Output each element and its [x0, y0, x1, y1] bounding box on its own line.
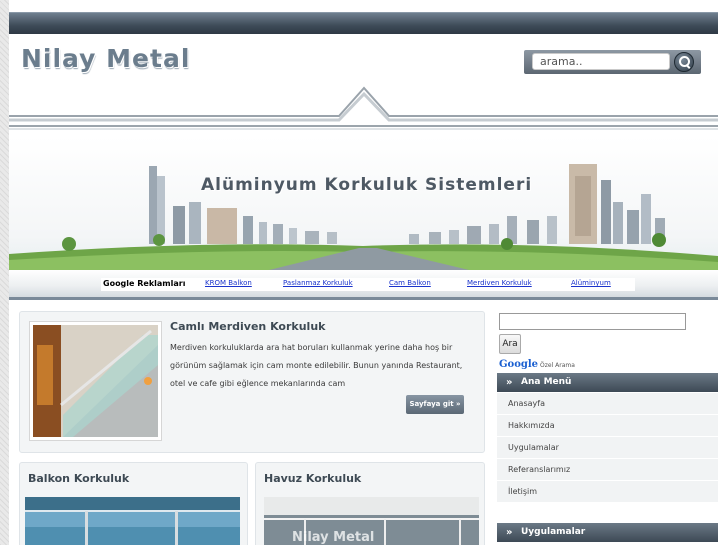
ad-link-paslanmaz-korkuluk[interactable]: Paslanmaz Korkuluk [283, 279, 353, 287]
menu-item-referanslarimiz[interactable]: Referanslarımız [497, 459, 718, 481]
havuz-image[interactable]: Nilay Metal [264, 497, 479, 545]
ad-bar: Google Reklamları KROM Balkon Paslanmaz … [9, 270, 718, 300]
search-box [524, 50, 701, 74]
featured-thumbnail[interactable] [29, 321, 162, 441]
ad-link-cam-balkon[interactable]: Cam Balkon [389, 279, 431, 287]
ads-title: Google Reklamları [103, 279, 186, 288]
featured-title[interactable]: Camlı Merdiven Korkuluk [170, 320, 325, 333]
hero-banner: Alüminyum Korkuluk Sistemleri [9, 136, 718, 270]
glass-stair-railing-image [33, 325, 158, 437]
menu-item-iletisim[interactable]: İletişim [497, 481, 718, 503]
menu-item-anasayfa[interactable]: Anasayfa [497, 393, 718, 415]
google-logo: Google [499, 359, 539, 370]
featured-article: Camlı Merdiven Korkuluk Merdiven korkulu… [19, 311, 485, 453]
balkon-image[interactable] [25, 497, 240, 545]
menu-item-uygulamalar[interactable]: Uygulamalar [497, 437, 718, 459]
double-chevron-icon: » [506, 527, 513, 538]
main-menu-header: » Ana Menü [497, 373, 718, 392]
banner-title: Alüminyum Korkuluk Sistemleri [201, 175, 533, 195]
google-custom-search-brand: Google Özel Arama [499, 359, 575, 370]
top-bar [9, 12, 718, 34]
article-card-balkon: Balkon Korkuluk [19, 462, 248, 545]
ad-link-merdiven-korkuluk[interactable]: Merdiven Korkuluk [467, 279, 532, 287]
card-title-balkon[interactable]: Balkon Korkuluk [28, 472, 129, 485]
city-skyline-image [9, 164, 718, 270]
main-menu-list: Anasayfa Hakkımızda Uygulamalar Referans… [497, 393, 718, 503]
pool-railing-image: Nilay Metal [264, 497, 479, 545]
custom-search-label: Özel Arama [540, 362, 575, 369]
article-card-havuz: Havuz Korkuluk Nilay Metal [255, 462, 485, 545]
double-chevron-icon: » [506, 377, 513, 388]
google-ads-strip: Google Reklamları KROM Balkon Paslanmaz … [101, 278, 635, 291]
header: Nilay Metal [9, 34, 718, 134]
search-icon[interactable] [674, 52, 694, 72]
search-input[interactable] [532, 53, 670, 70]
apps-menu-header: » Uygulamalar [497, 523, 718, 542]
custom-search-input[interactable] [499, 313, 686, 330]
apps-menu-title: Uygulamalar [521, 527, 586, 537]
card-title-havuz[interactable]: Havuz Korkuluk [264, 472, 361, 485]
balcony-railing-image [25, 497, 240, 545]
menu-item-hakkimizda[interactable]: Hakkımızda [497, 415, 718, 437]
read-more-button[interactable]: Sayfaya git » [406, 395, 464, 414]
header-wave-decoration [9, 86, 718, 134]
custom-search-button[interactable]: Ara [499, 334, 521, 354]
site-logo[interactable]: Nilay Metal [21, 44, 190, 73]
ad-link-krom-balkon[interactable]: KROM Balkon [205, 279, 252, 287]
watermark-text: Nilay Metal [292, 530, 374, 545]
ad-link-aluminyum[interactable]: Alüminyum [571, 279, 611, 287]
main-menu-title: Ana Menü [521, 377, 572, 387]
featured-text: Merdiven korkuluklarda ara hat boruları … [170, 343, 463, 388]
